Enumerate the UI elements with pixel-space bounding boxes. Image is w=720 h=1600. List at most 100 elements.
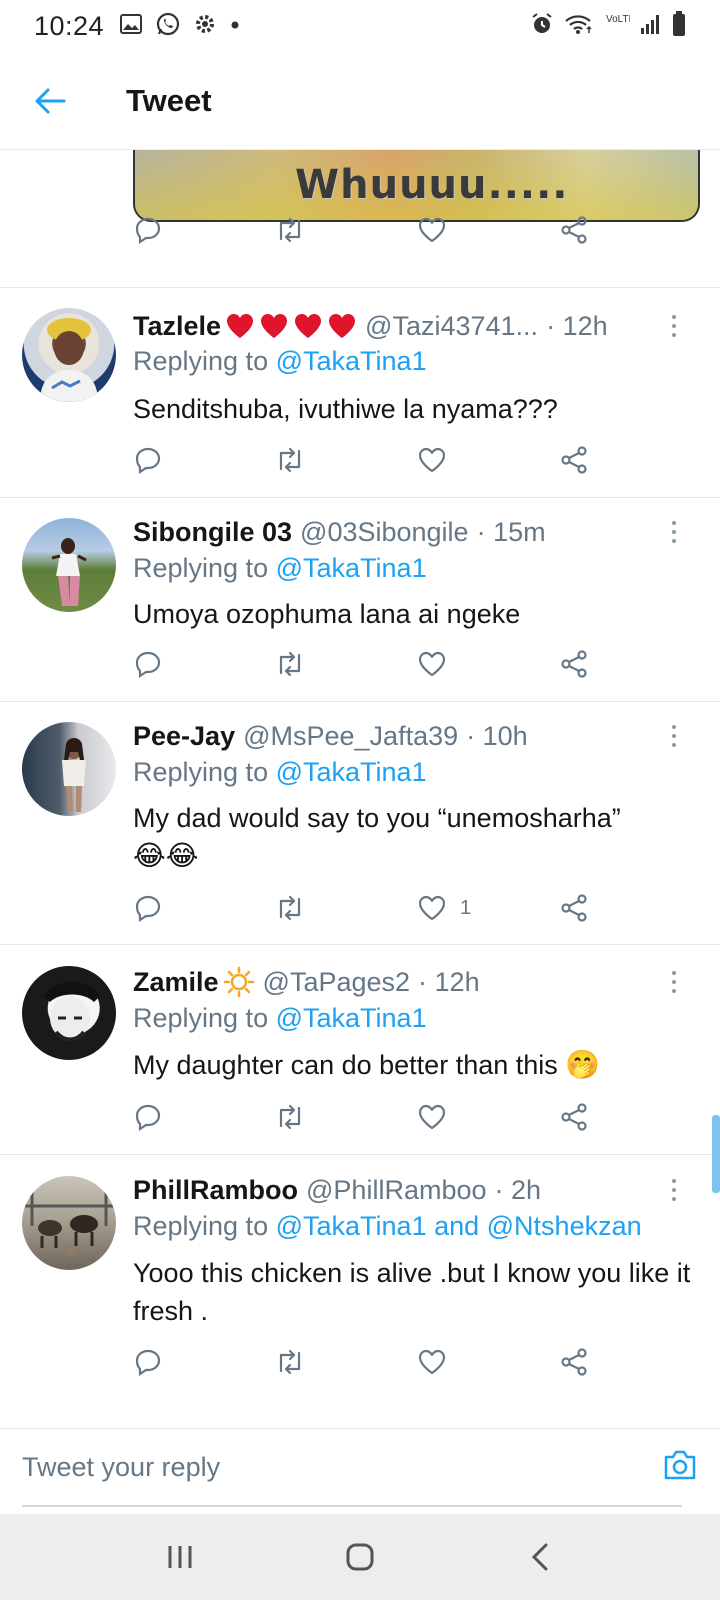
- tweet-time: · 12h: [418, 966, 480, 997]
- author-name[interactable]: Sibongile 03: [133, 517, 292, 548]
- like-button[interactable]: [418, 447, 446, 473]
- replying-mention-link[interactable]: @TakaTina1: [276, 1003, 427, 1033]
- reply-tweet[interactable]: Zamile @TaPages2 · 12h Replying to @Taka…: [0, 946, 720, 1154]
- dot-icon: [230, 17, 240, 35]
- reply-button[interactable]: [134, 650, 162, 678]
- app-header: Tweet: [0, 52, 720, 150]
- reply-button[interactable]: [134, 216, 162, 244]
- tweet-text: My dad would say to you “unemosharha” 😂😂: [133, 799, 703, 875]
- author-handle[interactable]: @TaPages2: [263, 967, 411, 998]
- share-icon: [561, 1348, 587, 1376]
- replying-to: Replying to @TakaTina1 and @Ntshekzan: [133, 1211, 642, 1242]
- tweet-time: · 12h: [546, 310, 608, 341]
- more-options-icon[interactable]: [664, 962, 684, 1002]
- author-handle[interactable]: @MsPee_Jafta39: [243, 721, 458, 752]
- like-button[interactable]: [418, 1349, 446, 1375]
- retweet-button[interactable]: [274, 1104, 306, 1130]
- reply-tweet[interactable]: Pee-Jay @MsPee_Jafta39 · 10h Replying to…: [0, 702, 720, 944]
- page-title: Tweet: [126, 82, 212, 118]
- like-button[interactable]: [418, 651, 446, 677]
- arrow-left-icon: [35, 88, 66, 113]
- more-options-icon[interactable]: [664, 306, 684, 346]
- tweet-text: My daughter can do better than this 🤭: [133, 1046, 713, 1084]
- wifi-icon: [564, 13, 594, 40]
- reply-composer: [0, 1428, 720, 1514]
- replying-prefix: Replying to: [133, 757, 269, 787]
- avatar[interactable]: [22, 518, 116, 612]
- recents-button[interactable]: [140, 1527, 220, 1587]
- retweet-button[interactable]: [274, 1349, 306, 1375]
- scrollbar-thumb[interactable]: [712, 1115, 720, 1193]
- whatsapp-icon: [156, 12, 180, 41]
- back-button[interactable]: [0, 52, 100, 150]
- reply-button[interactable]: [134, 1348, 162, 1376]
- retweet-button[interactable]: [274, 217, 306, 243]
- retweet-icon: [279, 217, 301, 243]
- replying-mention-link[interactable]: @TakaTina1: [276, 553, 427, 583]
- author-handle[interactable]: @03Sibongile: [300, 517, 469, 548]
- share-button[interactable]: [560, 894, 588, 922]
- author-name[interactable]: Pee-Jay: [133, 721, 235, 752]
- retweet-icon: [279, 895, 301, 921]
- retweet-button[interactable]: [274, 651, 306, 677]
- tweet-time: · 15m: [476, 516, 546, 547]
- more-options-icon[interactable]: [664, 512, 684, 552]
- replying-mention-link[interactable]: @TakaTina1: [276, 346, 427, 376]
- avatar[interactable]: [22, 722, 116, 816]
- tweet-thread[interactable]: Whuuuu..... Tazlele @Tazi43741... · 12h …: [0, 150, 720, 1428]
- reply-icon: [135, 217, 161, 244]
- replying-mention-link[interactable]: @TakaTina1 and @Ntshekzan: [276, 1211, 642, 1241]
- retweet-button[interactable]: [274, 447, 306, 473]
- author-name[interactable]: Zamile: [133, 967, 219, 998]
- retweet-icon: [279, 1104, 301, 1130]
- reply-tweet[interactable]: PhillRamboo @PhillRamboo · 2h Replying t…: [0, 1156, 720, 1398]
- author-handle[interactable]: @Tazi43741...: [365, 311, 538, 342]
- heart-icon: [418, 1349, 446, 1375]
- signal-icon: [640, 13, 662, 40]
- like-count: 1: [460, 896, 472, 919]
- camera-button[interactable]: [662, 1449, 698, 1486]
- share-button[interactable]: [560, 650, 588, 678]
- author-name[interactable]: PhillRamboo: [133, 1175, 298, 1206]
- status-bar: 10:24 VoLTE: [0, 0, 720, 52]
- share-button[interactable]: [560, 216, 588, 244]
- avatar[interactable]: [22, 966, 116, 1060]
- image-icon: [120, 13, 143, 39]
- avatar[interactable]: [22, 308, 116, 402]
- like-button[interactable]: 1: [418, 895, 471, 921]
- divider: [0, 1154, 720, 1155]
- divider: [0, 944, 720, 945]
- share-button[interactable]: [560, 1103, 588, 1131]
- tweet-media[interactable]: Whuuuu.....: [133, 150, 700, 222]
- reply-tweet[interactable]: Sibongile 03 @03Sibongile · 15m Replying…: [0, 498, 720, 701]
- reply-input[interactable]: [22, 1429, 682, 1507]
- retweet-button[interactable]: [274, 895, 306, 921]
- replying-prefix: Replying to: [133, 1003, 269, 1033]
- reply-button[interactable]: [134, 894, 162, 922]
- tweet-text: Yooo this chicken is alive .but I know y…: [133, 1258, 691, 1326]
- reply-icon: [135, 895, 161, 922]
- reply-button[interactable]: [134, 1103, 162, 1131]
- reply-button[interactable]: [134, 446, 162, 474]
- reply-icon: [135, 1104, 161, 1131]
- share-icon: [561, 894, 587, 922]
- share-button[interactable]: [560, 446, 588, 474]
- heart-icon: [418, 651, 446, 677]
- home-button[interactable]: [320, 1527, 400, 1587]
- author-handle[interactable]: @PhillRamboo: [306, 1175, 486, 1206]
- chevron-left-icon: [531, 1543, 548, 1571]
- media-caption: Whuuuu.....: [295, 162, 569, 208]
- camera-icon: [664, 1450, 696, 1480]
- like-button[interactable]: [418, 217, 446, 243]
- author-name[interactable]: Tazlele: [133, 311, 221, 342]
- more-options-icon[interactable]: [664, 716, 684, 756]
- retweet-icon: [279, 1349, 301, 1375]
- share-button[interactable]: [560, 1348, 588, 1376]
- reply-tweet[interactable]: Tazlele @Tazi43741... · 12h Replying to …: [0, 288, 720, 498]
- share-icon: [561, 216, 587, 244]
- back-nav-button[interactable]: [500, 1527, 580, 1587]
- like-button[interactable]: [418, 1104, 446, 1130]
- more-options-icon[interactable]: [664, 1170, 684, 1210]
- replying-mention-link[interactable]: @TakaTina1: [276, 757, 427, 787]
- avatar[interactable]: [22, 1176, 116, 1270]
